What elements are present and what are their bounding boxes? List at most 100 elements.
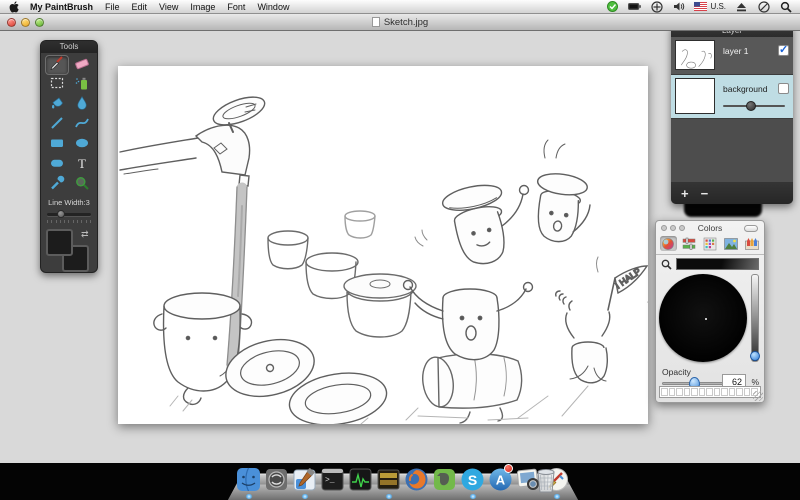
layer-row-layer1[interactable]: layer 1 ✓ bbox=[671, 37, 793, 75]
tab-color-wheel[interactable] bbox=[660, 236, 677, 251]
layer-row-background[interactable]: background bbox=[671, 75, 793, 119]
palette-swatch[interactable] bbox=[684, 388, 691, 396]
battery-icon[interactable] bbox=[628, 1, 641, 12]
foreground-color-swatch[interactable] bbox=[46, 229, 73, 256]
eject-icon[interactable] bbox=[735, 1, 748, 12]
colors-zoom-button[interactable] bbox=[679, 225, 685, 231]
dock-app-store-icon[interactable]: A bbox=[488, 466, 513, 492]
trash-icon[interactable] bbox=[534, 466, 558, 494]
line-width-tick bbox=[90, 220, 91, 223]
fill-tool[interactable] bbox=[45, 95, 69, 115]
remove-layer-button[interactable]: − bbox=[701, 186, 709, 201]
resize-grip[interactable] bbox=[753, 391, 763, 401]
background-thumbnail[interactable] bbox=[675, 78, 715, 114]
eraser-tool[interactable] bbox=[70, 55, 94, 75]
dock-terminal-icon[interactable]: >_ bbox=[320, 466, 345, 492]
menu-image[interactable]: Image bbox=[190, 2, 215, 12]
layer1-thumbnail[interactable] bbox=[675, 40, 715, 70]
dock-finder-icon[interactable] bbox=[236, 466, 261, 492]
palette-swatch[interactable] bbox=[744, 388, 751, 396]
swatch-strip[interactable] bbox=[659, 386, 761, 398]
palette-swatch[interactable] bbox=[729, 388, 736, 396]
colors-title-bar[interactable]: Colors bbox=[656, 221, 764, 235]
color-wheel-cursor[interactable] bbox=[705, 318, 707, 320]
brush-tool[interactable] bbox=[45, 55, 69, 75]
menu-window[interactable]: Window bbox=[257, 2, 289, 12]
line-width-slider[interactable] bbox=[47, 210, 91, 218]
tab-image-palettes[interactable] bbox=[723, 236, 740, 251]
magnifier-icon[interactable] bbox=[661, 259, 672, 270]
background-visibility-checkbox[interactable] bbox=[778, 83, 789, 94]
volume-icon[interactable] bbox=[672, 1, 685, 12]
colors-mode-tabs bbox=[656, 235, 764, 255]
input-source-label[interactable]: U.S. bbox=[710, 2, 726, 11]
tools-palette-title[interactable]: Tools bbox=[41, 41, 97, 53]
ellipse-tool[interactable] bbox=[70, 135, 94, 155]
zoom-tool[interactable] bbox=[70, 175, 94, 195]
palette-swatch[interactable] bbox=[699, 388, 706, 396]
menu-view[interactable]: View bbox=[159, 2, 178, 12]
palette-swatch[interactable] bbox=[706, 388, 713, 396]
palette-swatch[interactable] bbox=[736, 388, 743, 396]
spray-tool[interactable] bbox=[70, 75, 94, 95]
tab-crayons[interactable] bbox=[744, 236, 761, 251]
document-icon bbox=[372, 17, 380, 27]
drawing-canvas[interactable]: I HALP bbox=[118, 66, 648, 424]
brightness-slider[interactable] bbox=[751, 274, 759, 362]
palette-swatch[interactable] bbox=[714, 388, 721, 396]
tab-color-palettes[interactable] bbox=[702, 236, 719, 251]
swap-colors-icon[interactable]: ⇄ bbox=[81, 229, 89, 240]
background-opacity-knob[interactable] bbox=[746, 101, 756, 111]
active-app-name[interactable]: My PaintBrush bbox=[30, 2, 93, 12]
palette-swatch[interactable] bbox=[661, 388, 668, 396]
dock-activity-monitor-icon[interactable] bbox=[348, 466, 373, 492]
input-flag-icon[interactable] bbox=[694, 1, 707, 12]
palette-swatch[interactable] bbox=[721, 388, 728, 396]
toolbar-toggle-button[interactable] bbox=[744, 225, 758, 232]
apple-menu-icon[interactable] bbox=[9, 1, 20, 12]
window-title-bar[interactable]: Sketch.jpg bbox=[0, 14, 800, 31]
line-tool[interactable] bbox=[45, 115, 69, 135]
current-color-bar[interactable] bbox=[676, 258, 759, 270]
menu-font[interactable]: Font bbox=[227, 2, 245, 12]
chat-status-icon[interactable] bbox=[606, 1, 619, 12]
desktop: My PaintBrush File Edit View Image Font Windo… bbox=[0, 0, 800, 500]
waterdrop-tool[interactable] bbox=[70, 95, 94, 115]
colors-minimize-button[interactable] bbox=[670, 225, 676, 231]
line-width-slider-knob[interactable] bbox=[57, 210, 65, 218]
line-width-slider-track[interactable] bbox=[47, 213, 91, 216]
curve-tool[interactable] bbox=[70, 115, 94, 135]
colors-close-button[interactable] bbox=[661, 225, 667, 231]
tab-color-sliders[interactable] bbox=[681, 236, 698, 251]
dock-evernote-icon[interactable] bbox=[432, 466, 457, 492]
palette-swatch[interactable] bbox=[676, 388, 683, 396]
color-swatch-area: ⇄ bbox=[41, 227, 97, 279]
palette-swatch[interactable] bbox=[669, 388, 676, 396]
palette-swatch[interactable] bbox=[691, 388, 698, 396]
select-tool[interactable] bbox=[45, 75, 69, 95]
tools-palette: Tools T Line Width:3 ⇄ bbox=[40, 40, 98, 273]
layer1-visibility-checkbox[interactable]: ✓ bbox=[778, 45, 789, 56]
menu-file[interactable]: File bbox=[105, 2, 120, 12]
spotlight-icon[interactable] bbox=[779, 1, 792, 12]
background-opacity-slider[interactable] bbox=[723, 101, 785, 111]
background-name[interactable]: background bbox=[723, 84, 778, 94]
menu-edit[interactable]: Edit bbox=[132, 2, 148, 12]
dock-xcode-icon[interactable] bbox=[292, 466, 317, 492]
wrench-tool[interactable] bbox=[45, 175, 69, 195]
svg-text:>_: >_ bbox=[325, 476, 335, 485]
roundrect-tool[interactable] bbox=[45, 155, 69, 175]
layer1-name[interactable]: layer 1 bbox=[723, 46, 778, 56]
dock-firefox-icon[interactable] bbox=[404, 466, 429, 492]
add-layer-button[interactable]: + bbox=[681, 186, 689, 201]
dock-screen-sharing-icon[interactable] bbox=[264, 466, 289, 492]
text-tool[interactable]: T bbox=[70, 155, 94, 175]
line-width-label: Line Width:3 bbox=[41, 198, 97, 207]
dock-dashboard-widget-icon[interactable] bbox=[376, 466, 401, 492]
dock-skype-icon[interactable]: S bbox=[460, 466, 485, 492]
rectangle-tool[interactable] bbox=[45, 135, 69, 155]
color-wheel[interactable] bbox=[659, 274, 747, 362]
time-menu-icon[interactable] bbox=[757, 1, 770, 12]
universal-access-icon[interactable] bbox=[650, 1, 663, 12]
brightness-slider-thumb[interactable] bbox=[750, 351, 760, 361]
